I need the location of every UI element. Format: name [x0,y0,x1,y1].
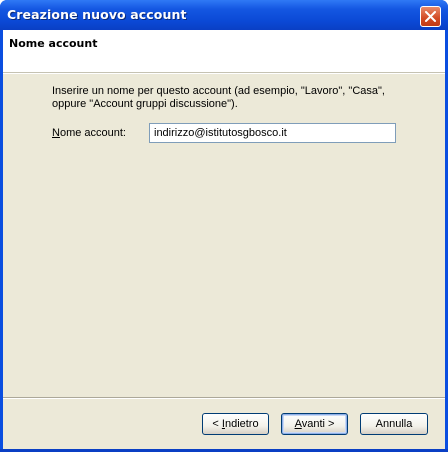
instructions-line-2: oppure "Account gruppi discussione"). [52,98,238,110]
next-button[interactable]: Avanti > [281,413,348,435]
cancel-button[interactable]: Annulla [360,413,428,435]
window-title: Creazione nuovo account [7,7,187,22]
account-name-label: Nome account: [52,127,126,139]
account-name-label-rest: ome account: [59,127,126,139]
back-button[interactable]: < Indietro [202,413,269,435]
instructions-line-1: Inserire un nome per questo account (ad … [52,85,385,97]
header-divider [3,73,445,74]
close-button[interactable] [420,6,441,27]
cancel-button-label: Annulla [375,418,413,430]
wizard-header: Nome account [3,30,445,73]
next-button-accel: A [294,418,302,430]
dialog-window: Creazione nuovo account Nome account Ins… [0,0,448,452]
title-bar[interactable]: Creazione nuovo account [0,0,448,30]
instructions-text: Inserire un nome per questo account (ad … [52,85,402,111]
dialog-client-area: Nome account Inserire un nome per questo… [3,30,445,449]
back-button-prefix: < [212,418,222,430]
account-name-input[interactable] [149,123,396,143]
back-button-rest: ndietro [224,418,259,430]
footer-divider-highlight [3,398,445,399]
account-name-label-accel: N [52,127,60,139]
next-button-rest: vanti > [301,418,335,430]
close-icon [425,11,436,22]
page-title: Nome account [9,37,98,50]
